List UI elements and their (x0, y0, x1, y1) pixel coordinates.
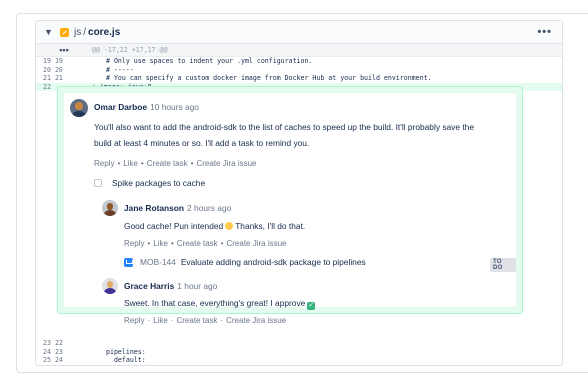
more-options-button[interactable]: ••• (537, 26, 552, 38)
line-numbers: 24 23 (43, 347, 63, 356)
comment-thread-body: Omar Darboe 10 hours ago You'll also want… (64, 93, 516, 325)
line-numbers: 20 20 (43, 65, 63, 74)
line-numbers: 19 19 (43, 57, 63, 66)
create-jira-issue-link[interactable]: Create Jira issue (196, 159, 256, 168)
comment-thread: Omar Darboe 10 hours ago You'll also want… (57, 86, 523, 325)
comment-author[interactable]: Grace Harris 1 hour ago (124, 281, 217, 291)
like-link[interactable]: Like (153, 316, 168, 325)
line-code: # ----- (106, 65, 134, 74)
comment-time[interactable]: 10 hours ago (150, 102, 199, 112)
reply-link[interactable]: Reply (124, 239, 144, 248)
diff-line: 19 19 # Only use spaces to indent your .… (36, 57, 562, 66)
chevron-down-icon[interactable]: ▼ (44, 27, 54, 37)
diff-line: 21 21 # You can specify a custom docker … (36, 74, 562, 83)
comment-time[interactable]: 2 hours ago (187, 203, 231, 213)
code-diff-continued: 23 22 24 23 pipelines: 25 24 default: (36, 339, 562, 365)
like-link[interactable]: Like (123, 159, 138, 168)
task-label: Spike packages to cache (112, 178, 206, 188)
comment-text: Good cache! Pun intended Thanks, I'll do … (124, 221, 306, 231)
file-directory[interactable]: js (74, 27, 81, 38)
file-icon (60, 27, 69, 37)
hunk-range: @@ -17,22 +17,17 @@ (92, 46, 168, 54)
jira-issue-icon (124, 257, 133, 267)
task-checkbox[interactable] (94, 179, 102, 187)
file-header: ▼ js / core.js ••• (36, 21, 562, 44)
avatar[interactable] (70, 99, 88, 117)
reply-link[interactable]: Reply (94, 159, 114, 168)
line-numbers: 25 24 (43, 356, 63, 365)
diff-line: 20 20 # ----- (36, 66, 562, 75)
task-item: Spike packages to cache (94, 178, 205, 188)
comment-actions: Reply · Like · Create task · Create Jira issue (124, 316, 287, 325)
line-code: # You can specify a custom docker image … (106, 74, 432, 83)
create-jira-issue-link[interactable]: Create Jira issue (226, 316, 286, 325)
line-code: pipelines: (106, 347, 146, 356)
create-task-link[interactable]: Create task (177, 239, 218, 248)
jira-issue-row[interactable]: MOB-144 Evaluate adding android-sdk pack… (124, 257, 366, 267)
create-task-link[interactable]: Create task (176, 316, 217, 325)
create-jira-issue-link[interactable]: Create Jira issue (226, 239, 286, 248)
check-emoji-icon: ✓ (307, 302, 316, 310)
diff-line: 24 23 pipelines: (36, 348, 562, 357)
file-name[interactable]: core.js (88, 27, 120, 38)
reply-link[interactable]: Reply (124, 316, 144, 325)
expand-hunk-button[interactable]: ••• (36, 45, 92, 55)
path-separator: / (83, 26, 87, 38)
avatar[interactable] (102, 278, 118, 294)
comment-author[interactable]: Jane Rotanson 2 hours ago (124, 203, 231, 213)
comment-text: You'll also want to add the android-sdk … (94, 122, 475, 148)
line-code: # Only use spaces to indent your .yml co… (106, 57, 313, 66)
jira-issue-key[interactable]: MOB-144 (140, 257, 176, 267)
status-badge: TO DO (490, 258, 516, 272)
like-link[interactable]: Like (153, 239, 168, 248)
hunk-header: ••• @@ -17,22 +17,17 @@ (36, 44, 562, 57)
jira-issue-summary[interactable]: Evaluate adding android-sdk package to p… (181, 257, 366, 267)
comment-text: Sweet. In that case, everything's great!… (124, 298, 316, 310)
avatar[interactable] (102, 200, 118, 216)
comment-time[interactable]: 1 hour ago (177, 281, 217, 291)
diff-line: 23 22 (36, 339, 562, 348)
comment-actions: Reply • Like • Create task • Create Jira issue (94, 159, 257, 168)
grin-emoji-icon (225, 222, 234, 230)
line-code: default: (106, 356, 146, 365)
code-diff: ••• @@ -17,22 +17,17 @@ 19 19 # Only use… (36, 44, 562, 91)
comment-actions: Reply • Like • Create task • Create Jira issue (124, 239, 287, 248)
comment-author[interactable]: Omar Darboe 10 hours ago (94, 102, 199, 112)
line-numbers: 21 21 (43, 74, 63, 83)
create-task-link[interactable]: Create task (147, 159, 188, 168)
line-numbers: 23 22 (43, 339, 63, 348)
diff-line: 25 24 default: (36, 356, 562, 365)
